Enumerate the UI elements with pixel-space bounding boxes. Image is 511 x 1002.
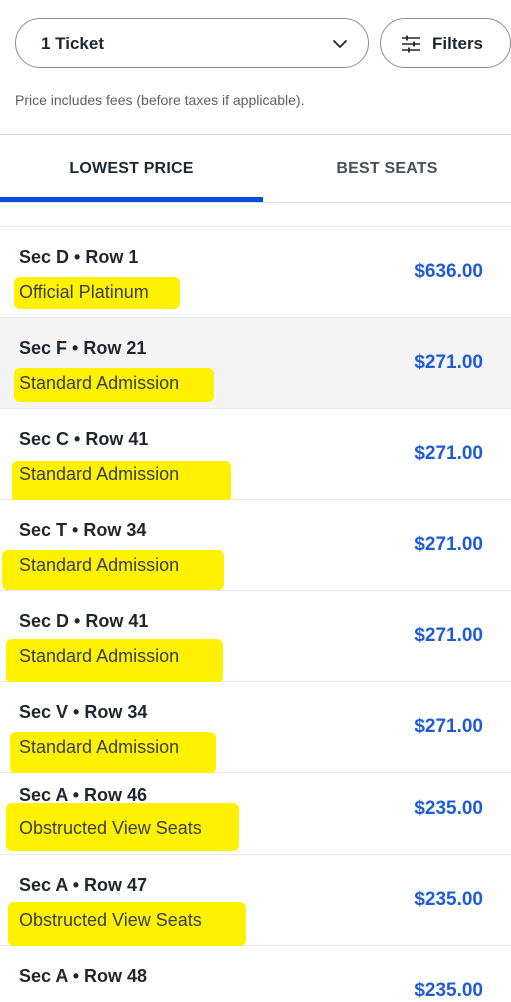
list-spacer [0, 203, 511, 227]
listing-row[interactable]: Sec F • Row 21 Standard Admission $271.0… [0, 318, 511, 409]
listing-row[interactable]: Sec T • Row 34 Standard Admission $271.0… [0, 500, 511, 591]
listing-price: $235.00 [414, 889, 483, 910]
listing-price: $235.00 [414, 798, 483, 819]
listing-ticket-type: Standard Admission [19, 737, 180, 757]
chevron-down-icon [333, 40, 347, 48]
filters-label: Filters [432, 34, 484, 53]
listing-row[interactable]: Sec D • Row 1 Official Platinum $636.00 [0, 227, 511, 318]
listing-ticket-type: Standard Admission [19, 555, 180, 575]
top-bar: 1 Ticket Filters Price includes fees (be… [0, 0, 511, 135]
listing-row[interactable]: Sec A • Row 46 Obstructed View Seats $23… [0, 773, 511, 855]
listing-seat: Sec A • Row 47 [19, 875, 148, 895]
listing-price: $636.00 [414, 261, 483, 282]
listing-row[interactable]: Sec V • Row 34 Standard Admission $271.0… [0, 682, 511, 774]
sort-tabs: LOWEST PRICE BEST SEATS [0, 135, 511, 203]
listing-seat: Sec D • Row 41 [19, 611, 149, 631]
listing-seat: Sec F • Row 21 [19, 338, 147, 358]
tab-lowest-price[interactable]: LOWEST PRICE [0, 135, 263, 203]
listing-price: $271.00 [414, 534, 483, 555]
tab-best-seats[interactable]: BEST SEATS [263, 135, 511, 203]
listing-seat: Sec V • Row 34 [19, 702, 148, 722]
listing-ticket-type: Obstructed View Seats [19, 910, 202, 930]
listing-price: $271.00 [414, 352, 483, 373]
listing-seat: Sec D • Row 1 [19, 247, 139, 267]
listing-seat: Sec T • Row 34 [19, 520, 147, 540]
listing-seat: Sec A • Row 48 [19, 966, 148, 986]
fee-note: Price includes fees (before taxes if app… [15, 92, 305, 108]
listing-row[interactable]: Sec D • Row 41 Standard Admission $271.0… [0, 591, 511, 683]
listing-row[interactable]: Sec C • Row 41 Standard Admission $271.0… [0, 409, 511, 503]
listing-row[interactable]: Sec A • Row 47 Obstructed View Seats $23… [0, 855, 511, 946]
listing-row[interactable]: Sec A • Row 48 $235.00 [0, 946, 511, 1001]
listing-price: $271.00 [414, 716, 483, 737]
ticket-quantity-select[interactable]: 1 Ticket [15, 18, 369, 68]
ticket-quantity-value: 1 Ticket [41, 34, 105, 53]
active-tab-indicator [0, 197, 263, 202]
listing-ticket-type: Standard Admission [19, 464, 180, 484]
listing-seat: Sec C • Row 41 [19, 429, 149, 449]
listing-price: $235.00 [414, 980, 483, 1001]
listing-ticket-type: Standard Admission [19, 373, 180, 393]
listing-price: $271.00 [414, 443, 483, 464]
listing-ticket-type: Standard Admission [19, 646, 180, 666]
listing-ticket-type: Official Platinum [19, 282, 149, 302]
sliders-icon [402, 35, 420, 53]
filters-button[interactable]: Filters [380, 18, 511, 68]
listing-ticket-type: Obstructed View Seats [19, 818, 202, 838]
listing-price: $271.00 [414, 625, 483, 646]
